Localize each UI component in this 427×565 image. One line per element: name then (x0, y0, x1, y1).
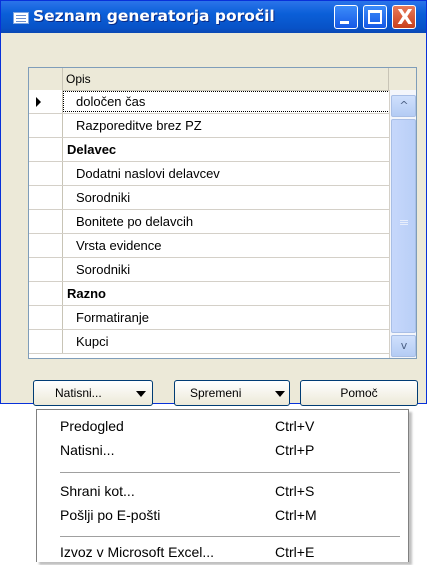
row-label: Bonitete po delavcih (76, 214, 194, 229)
dropdown-arrow-icon (136, 391, 146, 397)
report-list-table: Opis določen čas Razporeditve brez PZ De… (28, 67, 417, 359)
menu-item-label: Pošlji po E-pošti (60, 507, 161, 523)
row-selector[interactable] (29, 186, 63, 209)
menu-item-shortcut: Ctrl+M (275, 507, 317, 523)
row-selector[interactable] (29, 138, 63, 161)
scroll-thumb[interactable] (391, 119, 416, 333)
row-label: Vrsta evidence (76, 238, 162, 253)
modify-button-label: Spremeni (190, 386, 242, 400)
table-row[interactable]: Formatiranje (29, 306, 389, 330)
chevron-up-icon: ^ (399, 99, 409, 112)
help-button[interactable]: Pomoč (300, 380, 418, 406)
row-selector[interactable] (29, 234, 63, 257)
scroll-up-button[interactable]: ^ (391, 95, 416, 117)
menu-item-send-email[interactable]: Pošlji po E-pošti Ctrl+M (37, 504, 408, 528)
menu-item-export-excel[interactable]: Izvoz v Microsoft Excel... Ctrl+E (37, 541, 408, 565)
vertical-scrollbar[interactable]: ^ v (389, 90, 416, 358)
print-menu-button[interactable]: Natisni... (33, 380, 153, 406)
menu-item-shortcut: Ctrl+S (275, 483, 315, 499)
table-row[interactable]: Dodatni naslovi delavcev (29, 162, 389, 186)
row-label: določen čas (62, 90, 401, 113)
menu-item-label: Izvoz v Microsoft Excel... (60, 544, 215, 560)
print-button-label: Natisni... (55, 386, 102, 400)
row-selector[interactable] (29, 306, 63, 329)
column-header-opis[interactable]: Opis (62, 68, 389, 90)
maximize-icon (368, 10, 382, 24)
table-header: Opis (29, 68, 416, 91)
menu-item-shortcut: Ctrl+E (275, 544, 315, 560)
row-label: Kupci (76, 334, 109, 349)
group-label: Razno (67, 286, 106, 301)
table-row[interactable]: Sorodniki (29, 186, 389, 210)
table-row[interactable]: Vrsta evidence (29, 234, 389, 258)
menu-item-label: Natisni... (60, 442, 115, 458)
scroll-down-button[interactable]: v (391, 335, 416, 357)
grip-icon (400, 220, 408, 221)
menu-item-preview[interactable]: Predogled Ctrl+V (37, 415, 408, 439)
minimize-button[interactable] (334, 5, 358, 29)
row-selector[interactable] (29, 114, 63, 137)
title-bar[interactable]: Seznam generatorja poročil X (1, 1, 426, 33)
menu-item-shortcut: Ctrl+P (275, 442, 315, 458)
help-button-label: Pomoč (340, 386, 378, 400)
menu-item-shortcut: Ctrl+V (275, 418, 315, 434)
menu-item-print[interactable]: Natisni... Ctrl+P (37, 439, 408, 463)
row-selector[interactable] (29, 90, 63, 113)
modify-menu-button[interactable]: Spremeni (174, 380, 290, 406)
row-label: Sorodniki (76, 262, 131, 277)
minimize-icon (340, 21, 349, 24)
table-row[interactable]: Razporeditve brez PZ (29, 114, 389, 138)
current-row-arrow-icon (36, 97, 41, 107)
close-icon: X (397, 5, 413, 29)
print-dropdown-menu: Predogled Ctrl+V Natisni... Ctrl+P Shran… (36, 409, 409, 562)
table-row[interactable]: Bonitete po delavcih (29, 210, 389, 234)
row-selector[interactable] (29, 282, 63, 305)
table-row[interactable]: Kupci (29, 330, 389, 354)
close-button[interactable]: X (392, 5, 416, 29)
row-label: Razporeditve brez PZ (76, 118, 202, 133)
table-row[interactable]: Sorodniki (29, 258, 389, 282)
table-row-group[interactable]: Delavec (29, 138, 389, 162)
chevron-down-icon: v (400, 339, 408, 352)
window-list-icon (13, 12, 29, 24)
row-label: Sorodniki (76, 190, 131, 205)
maximize-button[interactable] (363, 5, 387, 29)
row-label: Dodatni naslovi delavcev (76, 166, 220, 181)
window-title: Seznam generatorja poročil (33, 7, 275, 25)
menu-item-label: Predogled (60, 418, 124, 434)
table-row-group[interactable]: Razno (29, 282, 389, 306)
row-label: Formatiranje (76, 310, 149, 325)
row-selector[interactable] (29, 210, 63, 233)
row-selector[interactable] (29, 330, 63, 353)
dropdown-arrow-icon (275, 391, 285, 397)
group-label: Delavec (67, 142, 117, 157)
row-selector[interactable] (29, 162, 63, 185)
row-selector[interactable] (29, 258, 63, 281)
row-selector-header[interactable] (29, 68, 63, 90)
table-row[interactable]: določen čas (29, 90, 400, 114)
menu-item-label: Shrani kot... (60, 483, 135, 499)
menu-separator (60, 536, 400, 537)
report-generator-window: Seznam generatorja poročil X Opis določe… (0, 0, 427, 406)
menu-separator (60, 472, 400, 473)
menu-item-save-as[interactable]: Shrani kot... Ctrl+S (37, 480, 408, 504)
